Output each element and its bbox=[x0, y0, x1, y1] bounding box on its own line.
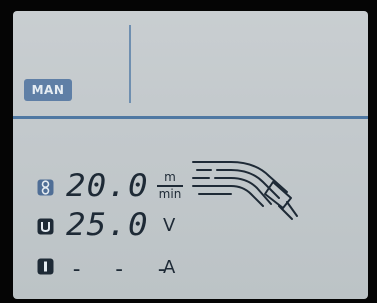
wire-speed-value: 20.0 bbox=[66, 168, 149, 204]
voltage-value: 25.0 bbox=[66, 207, 149, 243]
mode-badge: MAN bbox=[24, 79, 72, 101]
voltage-icon bbox=[37, 218, 54, 235]
wire-spool-icon bbox=[37, 179, 54, 196]
unit-denominator: min bbox=[158, 186, 182, 201]
current-value: - - - bbox=[70, 257, 177, 282]
vertical-divider bbox=[129, 25, 131, 103]
current-icon bbox=[37, 258, 54, 275]
welding-torch-icon bbox=[191, 156, 301, 240]
horizontal-divider bbox=[13, 116, 368, 119]
lcd-screen: MAN 20.0 m min 25.0 V - - - A bbox=[13, 11, 368, 299]
unit-numerator: m bbox=[164, 170, 176, 184]
wire-speed-unit: m min bbox=[157, 171, 183, 201]
current-unit: A bbox=[163, 257, 176, 278]
voltage-unit: V bbox=[163, 215, 176, 236]
